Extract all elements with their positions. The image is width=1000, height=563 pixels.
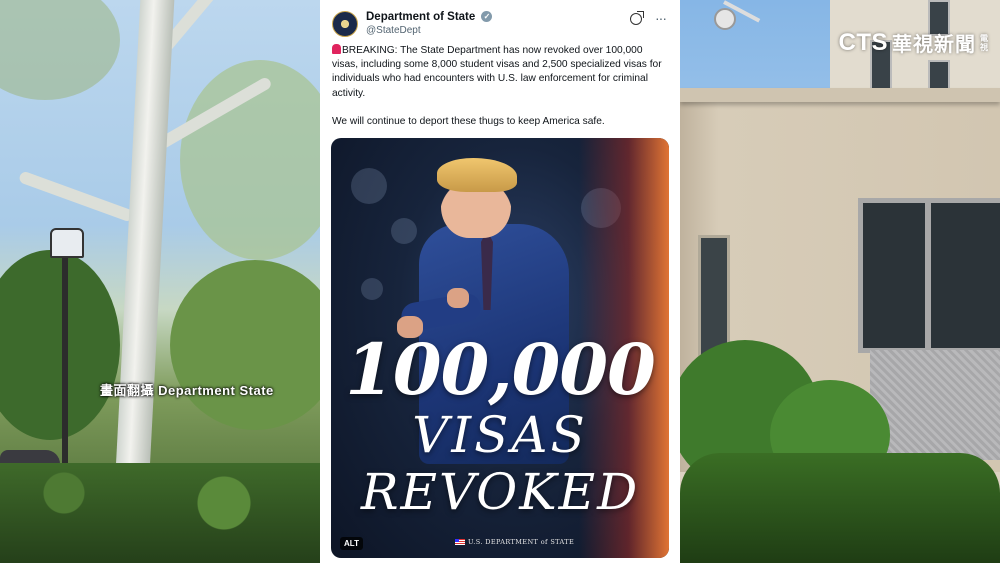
tree-branch	[17, 170, 135, 223]
alt-text-button[interactable]: ALT	[340, 537, 363, 550]
figure-hair	[437, 158, 517, 192]
granite-wall	[870, 350, 1000, 460]
bokeh	[351, 168, 387, 204]
tree-foliage	[170, 260, 320, 430]
verified-badge-icon: ✓	[481, 11, 493, 23]
logo-chinese: 華視新聞	[892, 34, 976, 56]
cts-news-logo: CTS 華視新聞 電視	[839, 28, 991, 57]
logo-mini: 電視	[980, 33, 988, 52]
window	[858, 198, 1000, 353]
street-lamp-head	[50, 228, 84, 258]
logo-latin: CTS	[838, 28, 888, 56]
avatar[interactable]	[332, 11, 358, 37]
security-camera-icon	[714, 8, 736, 30]
author-name[interactable]: Department of State	[366, 11, 475, 23]
headline-revoked: REVOKED	[360, 463, 640, 521]
tweet-header: Department of State ✓ @StateDept ···	[332, 10, 668, 40]
street-lamp-pole	[62, 245, 68, 475]
building-cornice	[680, 88, 1000, 102]
author-handle[interactable]: @StateDept	[366, 25, 421, 36]
left-background-park: 畫面翻攝 Department State	[0, 0, 320, 563]
tree-trunk	[115, 0, 175, 470]
grok-icon[interactable]	[630, 13, 642, 25]
tweet-body: BREAKING: The State Department has now r…	[332, 44, 668, 143]
headline-number: 100,000	[345, 328, 656, 411]
siren-icon	[332, 44, 341, 54]
right-background-building: CTS 華視新聞 電視	[680, 0, 1000, 563]
tree-foliage	[0, 0, 120, 100]
seal-icon	[338, 17, 352, 31]
tree-foliage	[0, 250, 120, 440]
figure-fist	[447, 288, 469, 308]
headline-visas: VISAS	[412, 406, 588, 464]
image-footer-text: U.S. DEPARTMENT of STATE	[468, 538, 575, 546]
tweet-image[interactable]: 100,000 VISAS REVOKED ALT U.S. DEPARTMEN…	[331, 138, 669, 558]
bokeh	[391, 218, 417, 244]
hedge	[0, 463, 320, 563]
flag-icon	[455, 539, 465, 545]
tweet-card: Department of State ✓ @StateDept ··· BRE…	[320, 0, 680, 563]
source-caption: 畫面翻攝 Department State	[100, 383, 274, 398]
more-icon[interactable]: ···	[655, 10, 667, 26]
bokeh	[361, 278, 383, 300]
tweet-paragraph-2: We will continue to deport these thugs t…	[332, 115, 605, 127]
tweet-paragraph-1: BREAKING: The State Department has now r…	[332, 44, 668, 101]
author-name-row[interactable]: Department of State ✓	[366, 11, 493, 23]
image-footer: U.S. DEPARTMENT of STATE	[455, 538, 574, 546]
tweet-paragraph-1-text: BREAKING: The State Department has now r…	[332, 45, 662, 99]
hedge	[680, 453, 1000, 563]
